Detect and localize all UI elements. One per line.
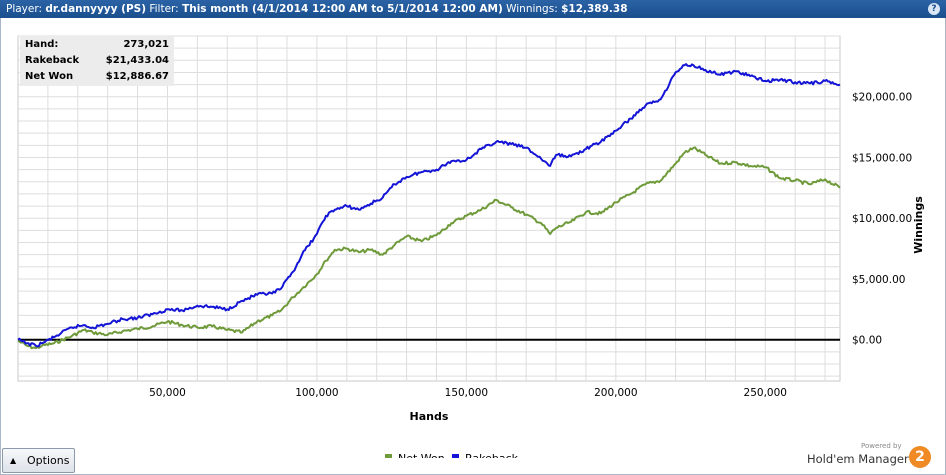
stat-value: 273,021 [123,39,169,50]
stat-row-net-won: Net Won $12,886.67 [20,69,174,84]
plot-border [17,35,841,382]
brand-name: Hold'em Manager [807,452,909,466]
x-tick-label: 200,000 [594,387,637,399]
legend-swatch-net-won [385,454,392,458]
winnings-label: Winnings: [506,3,558,15]
brand-badge: 2 [909,446,931,468]
y-tick-label: $20,000.00 [852,92,912,104]
grid-lines [17,35,841,382]
title-bar: Player: dr.dannyyyy (PS) Filter: This mo… [0,0,946,18]
y-tick-label: $5,000.00 [852,274,905,286]
player-label: Player: [6,3,43,15]
winnings-value: $12,389.38 [561,3,628,15]
stat-row-rakeback: Rakeback $21,433.04 [20,53,174,68]
x-tick-label: 150,000 [445,387,488,399]
stat-value: $21,433.04 [105,55,169,66]
stats-box: Hand: 273,021 Rakeback $21,433.04 Net Wo… [20,36,174,86]
filter-value: This month (4/1/2014 12:00 AM to 5/1/201… [182,3,503,15]
options-label: Options [27,454,70,467]
stat-value: $12,886.67 [105,71,169,82]
y-tick-label: $10,000.00 [852,213,912,225]
series-line-rakeback [17,63,841,348]
y-tick-labels: $0.00 $5,000.00 $10,000.00 $15,000.00 $20,00… [852,92,912,347]
question-icon[interactable]: ? [928,3,940,15]
x-tick-labels: 50,000 100,000 150,000 200,000 250,000 [149,387,787,399]
player-name: dr.dannyyyy (PS) [45,3,147,15]
triangle-up-icon: ▲ [10,456,17,465]
stat-row-hands: Hand: 273,021 [20,37,174,52]
legend-label: Net Won [398,452,445,458]
options-button[interactable]: ▲ Options [2,448,75,473]
y-tick-label: $0.00 [852,335,882,347]
legend-swatch-rakeback [452,454,459,458]
x-tick-label: 100,000 [295,387,338,399]
stat-label: Net Won [25,71,74,82]
y-tick-label: $15,000.00 [852,152,912,164]
y-axis-label: Winnings [912,196,925,254]
filter-label: Filter: [149,3,179,15]
stat-label: Rakeback [25,55,80,66]
x-axis-label: Hands [410,410,449,423]
x-tick-label: 50,000 [149,387,186,399]
brand-logo: Powered by Hold'em Manager 2 [805,440,937,472]
legend-label: Rakeback [465,452,519,458]
x-tick-label: 250,000 [744,387,787,399]
legend: Net Won Rakeback [385,452,519,458]
powered-by-text: Powered by [861,442,902,450]
stat-label: Hand: [25,39,59,50]
